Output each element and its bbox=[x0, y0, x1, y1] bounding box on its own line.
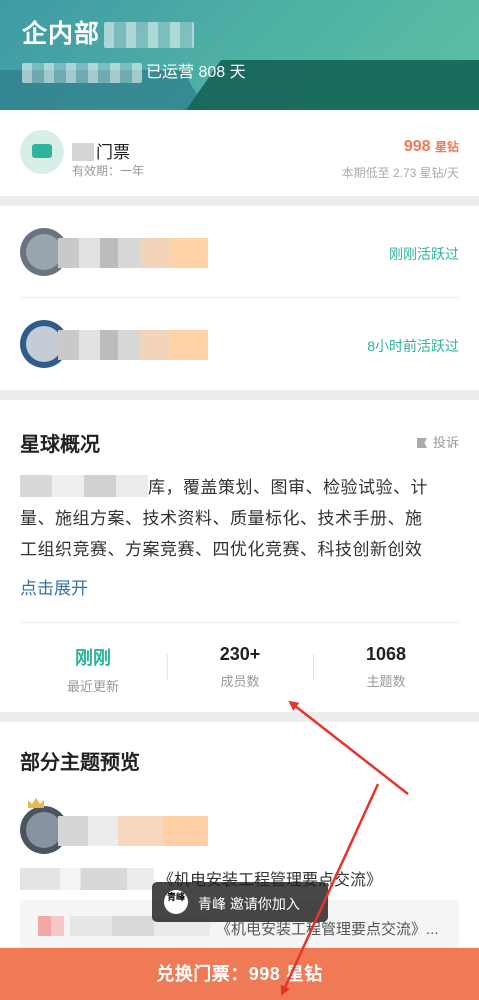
ticket-name: 门票 bbox=[72, 138, 130, 163]
report-button[interactable]: 投诉 bbox=[416, 432, 459, 451]
section-divider bbox=[0, 196, 479, 206]
ticket-price: 998 星钻 bbox=[403, 138, 459, 155]
planet-title: 企内部 bbox=[22, 14, 195, 50]
blurred-text bbox=[20, 868, 154, 890]
redeem-ticket-button[interactable]: 兑换门票：998 星钻 bbox=[0, 948, 479, 1000]
crown-icon bbox=[28, 798, 44, 808]
expand-link[interactable]: 点击展开 bbox=[20, 574, 88, 599]
section-divider bbox=[0, 390, 479, 400]
member-row[interactable]: 8小时前活跃过 bbox=[0, 298, 479, 390]
member-row[interactable]: 刚刚活跃过 bbox=[0, 206, 479, 298]
overview-title: 星球概况 bbox=[20, 434, 100, 456]
inviter-avatar: 青峰 bbox=[164, 890, 188, 914]
stat-members: 230+ 成员数 bbox=[219, 644, 261, 689]
blurred-title bbox=[104, 22, 195, 49]
preview-title: 部分主题预览 bbox=[20, 752, 140, 774]
planet-subtitle: 已运营 808 天 bbox=[22, 58, 246, 83]
page: 企内部 已运营 808 天 门票 有效期：一年 998 星钻 本期低至 2.73… bbox=[0, 0, 479, 1000]
chat-icon bbox=[32, 144, 52, 158]
blurred-member-name bbox=[58, 330, 208, 360]
ticket-validity: 有效期：一年 bbox=[72, 164, 145, 178]
invite-toast: 青峰 青峰 邀请你加入 bbox=[152, 882, 328, 922]
ticket-row[interactable]: 门票 有效期：一年 998 星钻 本期低至 2.73 星钻/天 bbox=[0, 110, 479, 196]
file-icon bbox=[38, 916, 64, 936]
stat-last-update: 刚刚 最近更新 bbox=[66, 648, 119, 694]
header-banner: 企内部 已运营 808 天 bbox=[0, 0, 479, 110]
ticket-logo bbox=[20, 130, 64, 174]
stats-separator bbox=[20, 622, 459, 623]
overview-description: 库，覆盖策划、图审、检验试验、计 量、施组方案、技术资料、质量标化、技术手册、施… bbox=[20, 472, 460, 565]
member-activity-status: 8小时前活跃过 bbox=[367, 338, 459, 354]
blurred-member-name bbox=[58, 238, 208, 268]
ticket-daily-rate: 本期低至 2.73 星钻/天 bbox=[341, 166, 459, 180]
section-divider bbox=[0, 712, 479, 722]
flag-icon bbox=[416, 438, 427, 448]
blurred-author-name bbox=[58, 816, 208, 846]
stat-topics: 1068 主题数 bbox=[365, 644, 407, 689]
member-activity-status: 刚刚活跃过 bbox=[389, 246, 459, 262]
blurred-text bbox=[20, 475, 148, 497]
blurred-owner bbox=[22, 62, 142, 83]
planet-title-text: 企内部 bbox=[22, 20, 101, 48]
running-days: 已运营 808 天 bbox=[146, 64, 246, 81]
